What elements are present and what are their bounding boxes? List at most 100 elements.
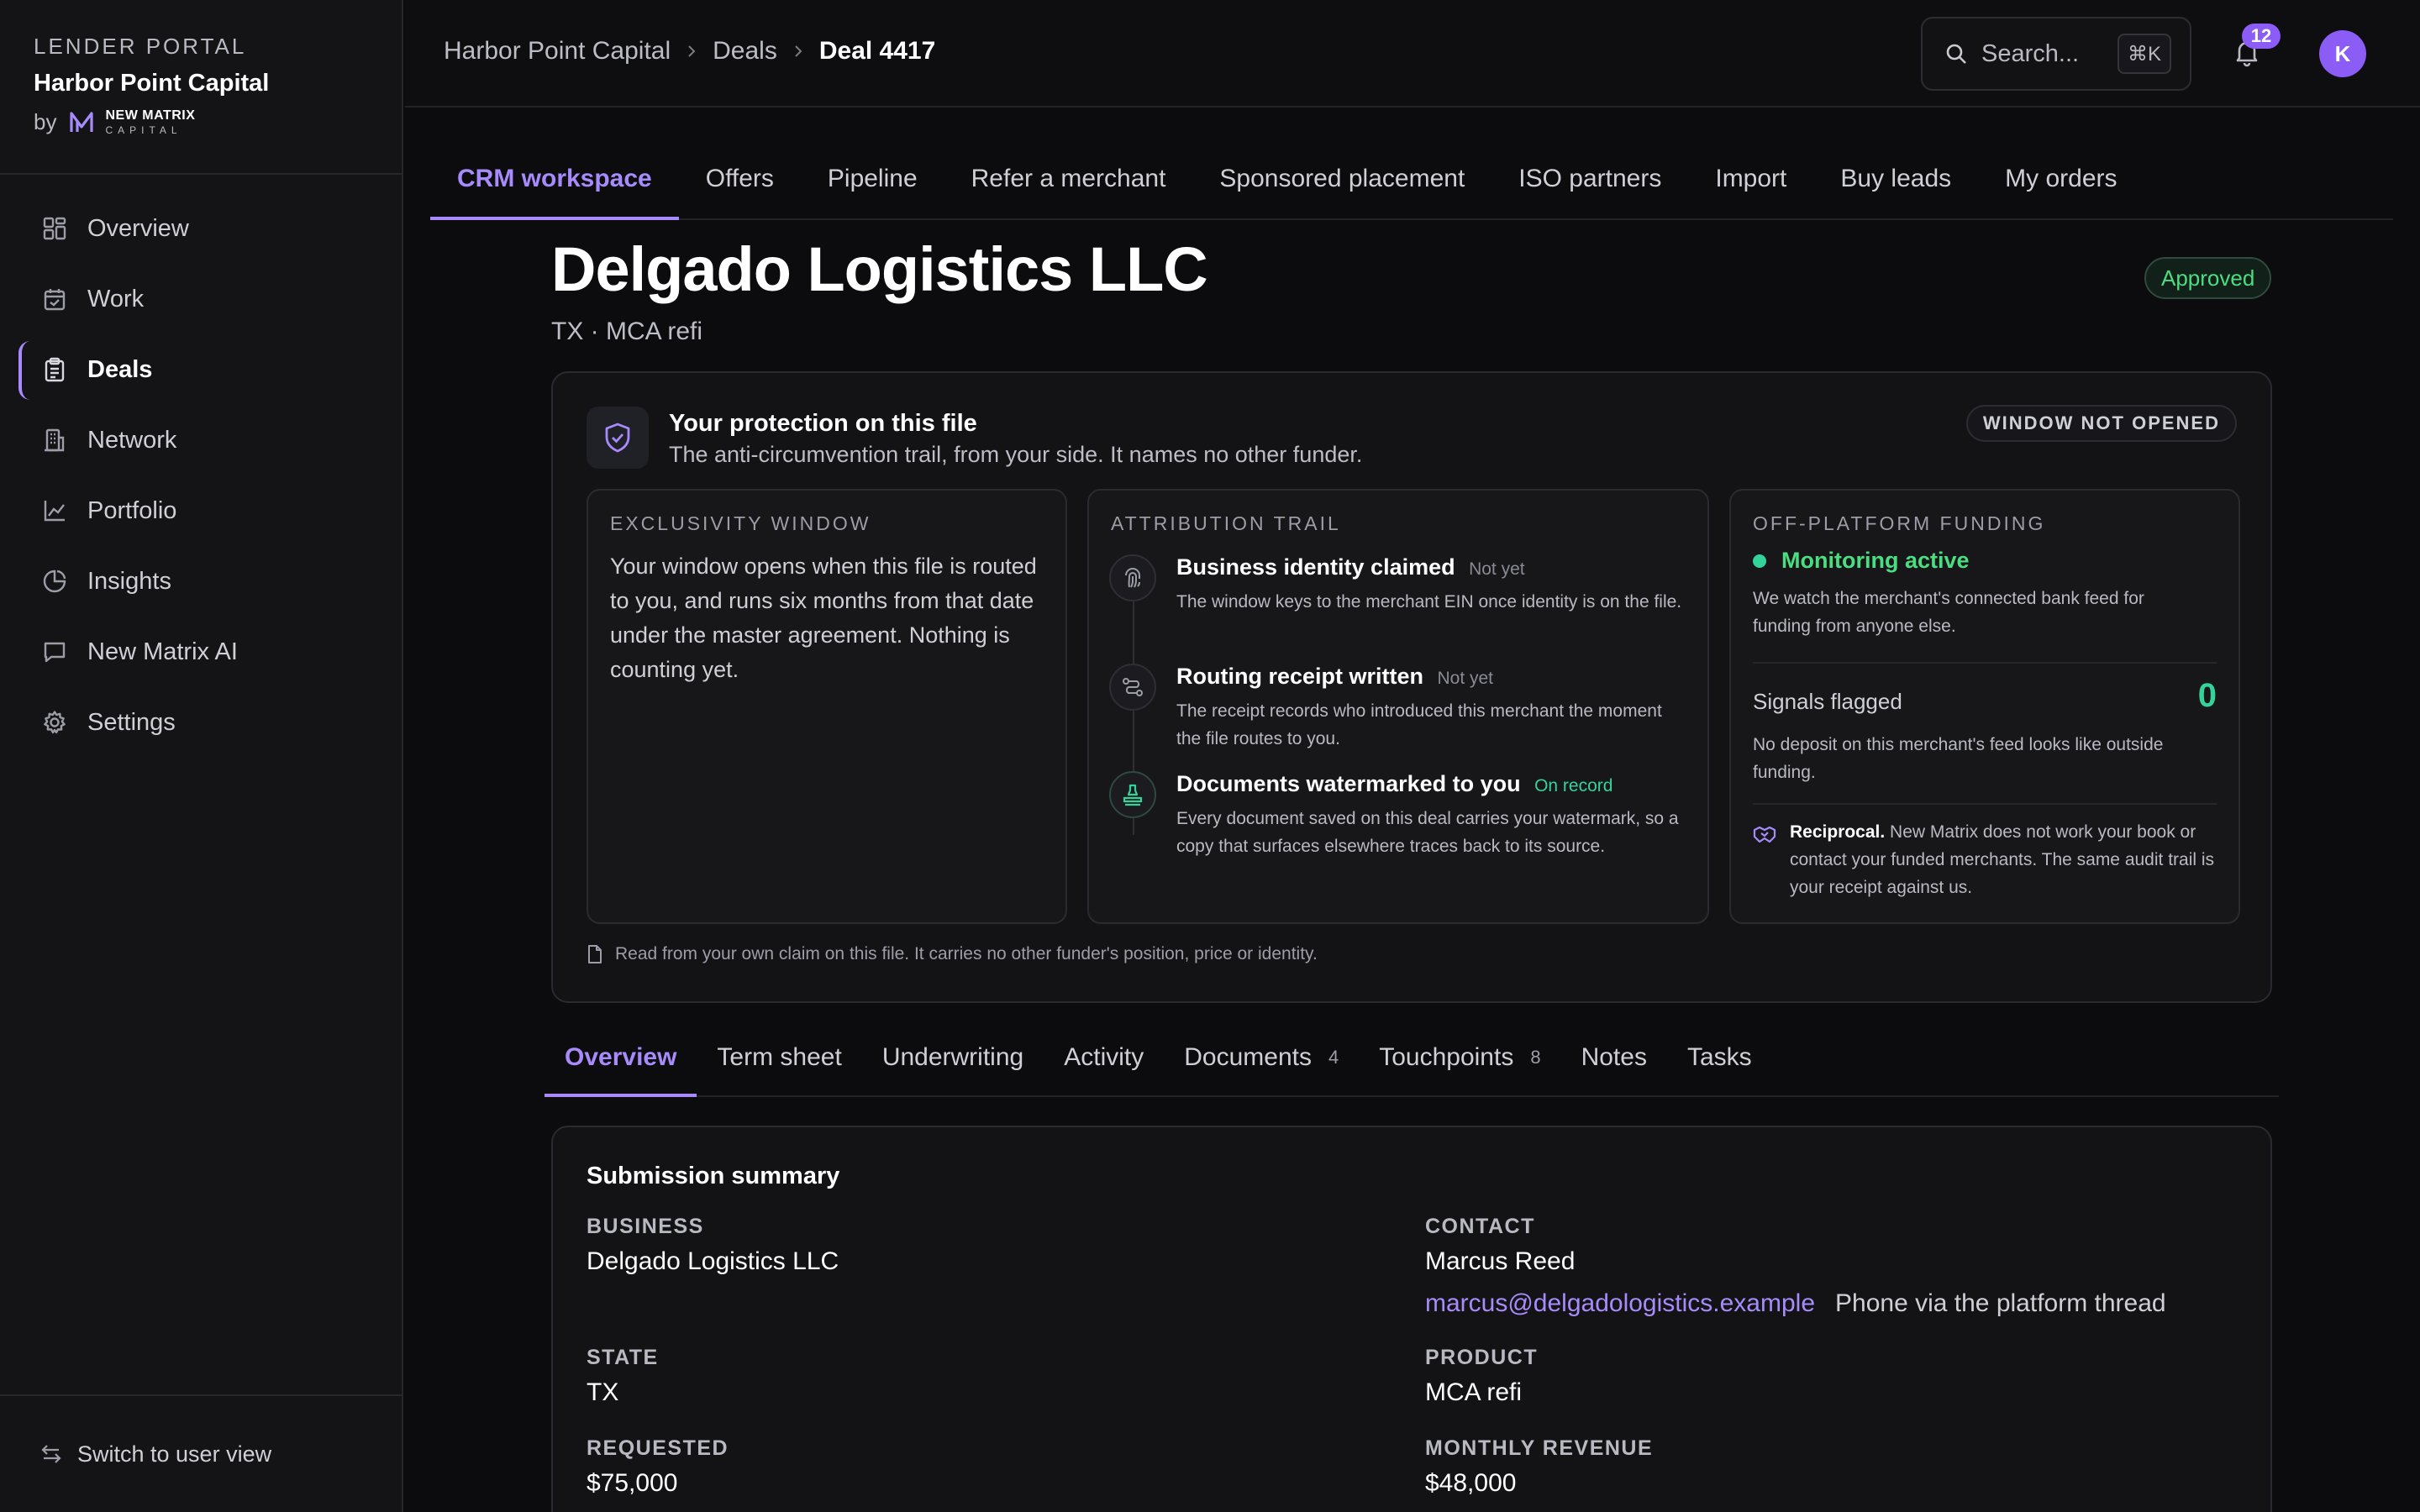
off-platform-funding-panel: OFF-PLATFORM FUNDING Monitoring active W… <box>1729 489 2240 924</box>
tab-sponsored-placement[interactable]: Sponsored placement <box>1192 148 1491 218</box>
handshake-icon <box>1753 823 1776 847</box>
tab-crm-workspace[interactable]: CRM workspace <box>430 148 679 220</box>
tab-pipeline[interactable]: Pipeline <box>801 148 944 218</box>
brand-block: LENDER PORTAL Harbor Point Capital by NE… <box>0 0 402 175</box>
gear-icon <box>42 710 67 735</box>
calendar-check-icon <box>42 286 67 312</box>
monitoring-status: Monitoring active <box>1753 548 1970 574</box>
exclusivity-window-panel: EXCLUSIVITY WINDOW Your window opens whe… <box>587 489 1067 924</box>
field-label: BUSINESS <box>587 1215 704 1238</box>
tab-buy-leads[interactable]: Buy leads <box>1813 148 1978 218</box>
tab-documents[interactable]: Documents 4 <box>1164 1030 1359 1095</box>
sidebar-item-portfolio[interactable]: Portfolio <box>0 475 402 546</box>
sidebar-item-label: Settings <box>87 708 176 736</box>
breadcrumb-current: Deal 4417 <box>818 37 936 65</box>
product-field: PRODUCT MCA refi <box>1425 1346 1538 1407</box>
tab-term-sheet[interactable]: Term sheet <box>697 1030 861 1095</box>
switch-to-user-view-button[interactable]: Switch to user view <box>0 1394 402 1512</box>
field-label: PRODUCT <box>1425 1346 1539 1369</box>
monitoring-body: We watch the merchant's connected bank f… <box>1753 589 2144 636</box>
summary-title: Submission summary <box>587 1163 840 1189</box>
tab-tasks[interactable]: Tasks <box>1667 1030 1772 1095</box>
panel-kicker: ATTRIBUTION TRAIL <box>1111 512 1341 534</box>
sidebar-item-network[interactable]: Network <box>0 405 402 475</box>
trail-head: Routing receipt written Not yet <box>1176 664 1493 690</box>
tab-offers[interactable]: Offers <box>679 148 801 218</box>
submission-summary-card: Submission summary BUSINESS Delgado Logi… <box>551 1126 2272 1512</box>
grid-icon <box>42 216 67 241</box>
shield-check-icon <box>587 407 649 469</box>
contact-phone-note: Phone via the platform thread <box>1835 1289 2166 1317</box>
sidebar-item-label: Deals <box>87 355 153 383</box>
trail-title: Documents watermarked to you <box>1176 771 1521 796</box>
tab-underwriting[interactable]: Underwriting <box>862 1030 1044 1095</box>
tab-iso-partners[interactable]: ISO partners <box>1491 148 1688 218</box>
tab-my-orders[interactable]: My orders <box>1978 148 2144 218</box>
sidebar-item-label: Overview <box>87 214 189 242</box>
contact-details: marcus@delgadologistics.example Phone vi… <box>1425 1289 2166 1318</box>
panel-kicker: OFF-PLATFORM FUNDING <box>1753 512 2046 534</box>
tab-notes[interactable]: Notes <box>1561 1030 1667 1095</box>
breadcrumb-deals[interactable]: Deals <box>713 37 777 66</box>
sidebar-item-label: Work <box>87 285 145 312</box>
sidebar-item-work[interactable]: Work <box>0 264 402 334</box>
tab-overview[interactable]: Overview <box>544 1030 697 1097</box>
fingerprint-icon <box>1109 554 1156 601</box>
document-icon <box>587 944 603 964</box>
deal-subtitle: TX · MCA refi <box>551 318 703 345</box>
divider <box>1753 662 2217 664</box>
field-label: REQUESTED <box>587 1436 729 1460</box>
trail-status: Not yet <box>1437 669 1493 688</box>
contact-email-link[interactable]: marcus@delgadologistics.example <box>1425 1289 1815 1318</box>
avatar[interactable]: K <box>2319 30 2366 77</box>
stamp-icon <box>1109 771 1156 818</box>
panel-kicker: EXCLUSIVITY WINDOW <box>610 512 871 534</box>
building-icon <box>42 428 67 453</box>
signals-count: 0 <box>2197 677 2217 714</box>
exclusivity-text: Your window opens when this file is rout… <box>610 554 1037 682</box>
signals-label: Signals flagged <box>1753 689 1902 714</box>
tab-activity[interactable]: Activity <box>1044 1030 1164 1095</box>
monitoring-label: Monitoring active <box>1781 548 1970 573</box>
breadcrumb-org[interactable]: Harbor Point Capital <box>444 37 671 66</box>
sidebar-item-new-matrix-ai[interactable]: New Matrix AI <box>0 617 402 687</box>
deal-subtabs: Overview Term sheet Underwriting Activit… <box>544 1030 2279 1097</box>
reciprocal-label: Reciprocal. <box>1790 822 1886 842</box>
line-chart-icon <box>42 498 67 523</box>
window-status-badge: WINDOW NOT OPENED <box>1965 405 2237 442</box>
route-icon <box>1109 664 1156 711</box>
tab-touchpoints[interactable]: Touchpoints 8 <box>1359 1030 1560 1095</box>
sidebar-item-deals[interactable]: Deals <box>0 334 402 405</box>
workspace-tabs: CRM workspace Offers Pipeline Refer a me… <box>430 148 2393 220</box>
search-icon <box>1944 42 1968 66</box>
requested-field: REQUESTED $75,000 <box>587 1436 729 1498</box>
top-bar: Harbor Point Capital Deals Deal 4417 Sea… <box>405 0 2420 108</box>
sidebar-item-insights[interactable]: Insights <box>0 546 402 617</box>
by-label: by <box>34 109 57 134</box>
sidebar-item-overview[interactable]: Overview <box>0 193 402 264</box>
chevron-right-icon <box>684 44 699 59</box>
pie-chart-icon <box>42 569 67 594</box>
new-matrix-logo-icon <box>70 111 94 134</box>
clipboard-icon <box>42 357 67 382</box>
field-label: STATE <box>587 1346 659 1369</box>
page-title: Delgado Logistics LLC <box>551 234 1208 304</box>
chevron-right-icon <box>791 44 806 59</box>
protection-footer-text: Read from your own claim on this file. I… <box>615 944 1318 963</box>
reciprocal-note: Reciprocal. New Matrix does not work you… <box>1790 818 2218 901</box>
tab-import[interactable]: Import <box>1688 148 1813 218</box>
search-input[interactable]: Search... ⌘K <box>1921 17 2191 91</box>
tab-label: Activity <box>1064 1043 1144 1071</box>
tab-label: Term sheet <box>717 1043 842 1071</box>
tab-label: Notes <box>1581 1043 1647 1071</box>
trail-status: On record <box>1534 776 1613 795</box>
sidebar-item-label: New Matrix AI <box>87 638 238 665</box>
sidebar-item-settings[interactable]: Settings <box>0 687 402 758</box>
trail-head: Business identity claimed Not yet <box>1176 554 1525 580</box>
field-value: Marcus Reed <box>1425 1247 1576 1275</box>
portal-kicker: LENDER PORTAL <box>34 34 247 59</box>
wordmark-line1: NEW MATRIX <box>105 108 196 123</box>
field-value: MCA refi <box>1425 1378 1523 1406</box>
sidebar: LENDER PORTAL Harbor Point Capital by NE… <box>0 0 403 1512</box>
tab-refer-a-merchant[interactable]: Refer a merchant <box>944 148 1193 218</box>
